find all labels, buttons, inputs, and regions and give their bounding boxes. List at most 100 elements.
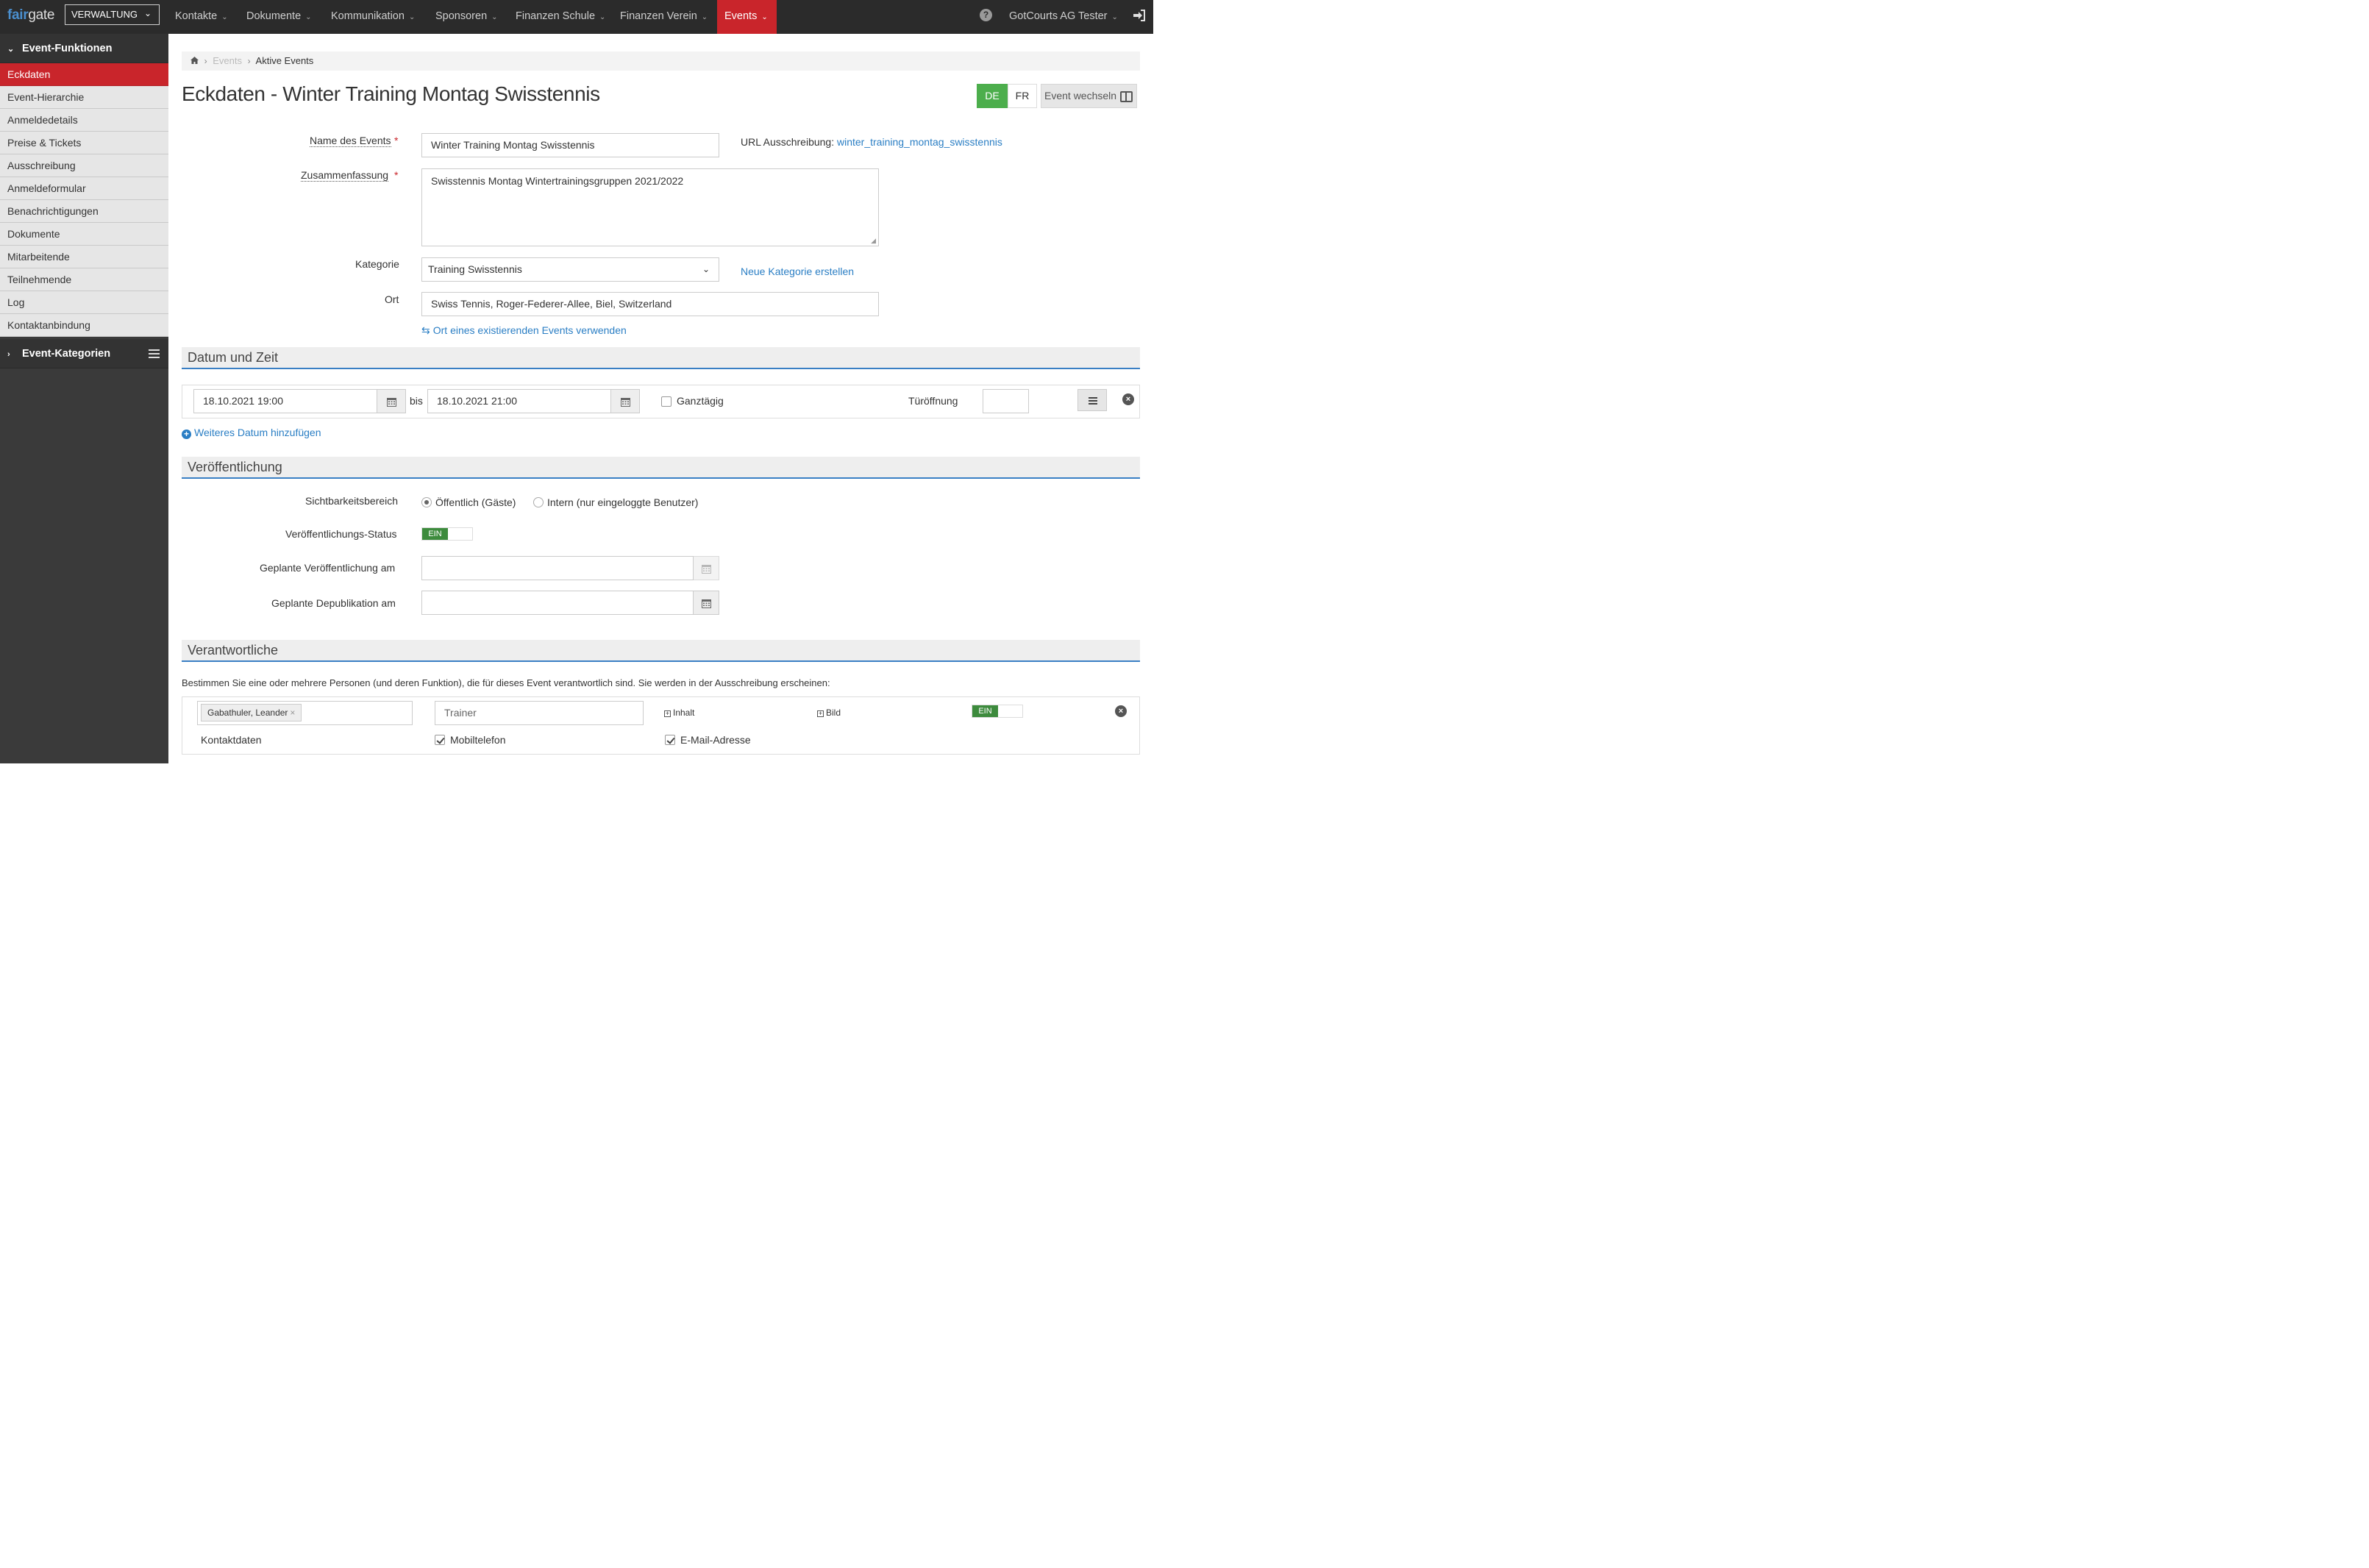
person-tag-label: Gabathuler, Leander: [207, 708, 288, 718]
required-mark: *: [394, 135, 399, 146]
section-title: Event-Funktionen: [22, 43, 113, 54]
chevron-right-icon: ›: [7, 350, 10, 359]
sidebar-item-kontaktanbindung[interactable]: Kontaktanbindung: [0, 314, 168, 337]
name-label: Name des Events: [310, 135, 391, 147]
url-label: URL Ausschreibung:: [741, 136, 835, 148]
date-to-label: bis: [410, 395, 423, 407]
menu-icon[interactable]: [149, 349, 160, 358]
user-menu[interactable]: GotCourts AG Tester ⌄: [1009, 0, 1118, 34]
start-date-calendar-button[interactable]: [377, 389, 406, 413]
image-expander[interactable]: + Bild: [817, 708, 841, 718]
chevron-down-icon: ⌄: [761, 13, 768, 21]
event-name-input[interactable]: Winter Training Montag Swisstennis: [421, 133, 719, 157]
add-date-link[interactable]: + Weiteres Datum hinzufügen: [182, 427, 321, 439]
start-date-input[interactable]: 18.10.2021 19:00: [193, 389, 377, 413]
planned-depublish-calendar-button[interactable]: [693, 591, 719, 615]
toggle-on-label: EIN: [422, 528, 448, 540]
sidebar-item-eckdaten[interactable]: Eckdaten: [0, 63, 168, 86]
remove-responsible-icon[interactable]: ×: [1115, 705, 1127, 717]
sidebar-item-preise-tickets[interactable]: Preise & Tickets: [0, 132, 168, 154]
lang-fr-button[interactable]: FR: [1008, 84, 1037, 108]
home-icon[interactable]: [190, 57, 199, 64]
lang-de-button[interactable]: DE: [977, 84, 1008, 108]
breadcrumb-events[interactable]: Events: [213, 55, 242, 66]
location-input[interactable]: Swiss Tennis, Roger-Federer-Allee, Biel,…: [421, 292, 879, 316]
sidebar-section-event-funktionen[interactable]: ⌄ Event-Funktionen: [0, 34, 168, 63]
sidebar-item-teilnehmende[interactable]: Teilnehmende: [0, 268, 168, 291]
fairgate-logo[interactable]: fairgate: [7, 7, 54, 24]
sidebar-item-anmeldeformular[interactable]: Anmeldeformular: [0, 177, 168, 200]
responsible-visibility-toggle[interactable]: EIN: [972, 705, 1023, 718]
url-link[interactable]: winter_training_montag_swisstennis: [837, 136, 1002, 148]
calendar-icon: [621, 398, 630, 407]
allday-checkbox[interactable]: [661, 396, 671, 407]
sidebar-item-mitarbeitende[interactable]: Mitarbeitende: [0, 246, 168, 268]
visibility-public-label: Öffentlich (Gäste): [435, 496, 516, 508]
planned-depublish-input[interactable]: [421, 591, 694, 615]
remove-tag-icon[interactable]: ×: [290, 708, 295, 718]
event-switch-label: Event wechseln: [1044, 90, 1117, 101]
sidebar-item-label: Event-Hierarchie: [7, 91, 85, 103]
mobile-label: Mobiltelefon: [450, 734, 506, 746]
end-date-input[interactable]: 18.10.2021 21:00: [427, 389, 611, 413]
sidebar-item-label: Dokumente: [7, 228, 60, 240]
nav-events[interactable]: Events ⌄: [717, 0, 777, 34]
section-datum-zeit: Datum und Zeit: [182, 347, 1140, 369]
sidebar-item-log[interactable]: Log: [0, 291, 168, 314]
new-category-link[interactable]: Neue Kategorie erstellen: [741, 266, 854, 277]
content-expander[interactable]: + Inhalt: [664, 708, 694, 718]
sidebar-item-anmeldedetails[interactable]: Anmeldedetails: [0, 109, 168, 132]
sidebar-item-label: Eckdaten: [7, 68, 51, 80]
nav-label: Events: [724, 10, 758, 22]
sidebar-item-ausschreibung[interactable]: Ausschreibung: [0, 154, 168, 177]
sidebar-item-label: Kontaktanbindung: [7, 319, 90, 331]
event-switch-button[interactable]: Event wechseln: [1041, 84, 1137, 108]
admin-module-select[interactable]: VERWALTUNG ⌄: [65, 4, 160, 25]
visibility-public-radio[interactable]: [421, 497, 432, 507]
category-select[interactable]: Training Swisstennis ⌄: [421, 257, 719, 282]
nav-kommunikation[interactable]: Kommunikation ⌄: [331, 0, 415, 34]
mobile-checkbox[interactable]: [435, 735, 445, 745]
use-existing-location-link[interactable]: ⇆ Ort eines existierenden Events verwende…: [421, 324, 627, 337]
sidebar-section-event-kategorien[interactable]: › Event-Kategorien: [0, 339, 168, 368]
date-options-button[interactable]: [1077, 389, 1107, 411]
door-open-label: Türöffnung: [908, 395, 958, 407]
sidebar-item-label: Preise & Tickets: [7, 137, 82, 149]
summary-textarea[interactable]: Swisstennis Montag Wintertrainingsgruppe…: [421, 168, 879, 246]
nav-finanzen-schule[interactable]: Finanzen Schule ⌄: [516, 0, 605, 34]
planned-publish-input[interactable]: [421, 556, 694, 580]
visibility-internal-radio[interactable]: [533, 497, 544, 507]
location-label: Ort: [385, 293, 399, 305]
calendar-icon: [702, 599, 711, 608]
nav-dokumente[interactable]: Dokumente ⌄: [246, 0, 312, 34]
sidebar-item-dokumente[interactable]: Dokumente: [0, 223, 168, 246]
function-input[interactable]: Trainer: [435, 701, 644, 725]
remove-date-icon[interactable]: ×: [1122, 393, 1134, 405]
end-date-calendar-button[interactable]: [610, 389, 640, 413]
sidebar-item-event-hierarchie[interactable]: Event-Hierarchie: [0, 86, 168, 109]
nav-finanzen-verein[interactable]: Finanzen Verein ⌄: [620, 0, 708, 34]
help-icon[interactable]: ?: [980, 9, 992, 21]
resize-handle-icon[interactable]: ◢: [871, 237, 876, 245]
nav-label: Dokumente: [246, 10, 302, 22]
publish-status-toggle[interactable]: EIN: [421, 527, 473, 541]
nav-kontakte[interactable]: Kontakte ⌄: [175, 0, 228, 34]
planned-publish-calendar-button[interactable]: [693, 556, 719, 580]
logout-icon[interactable]: [1133, 9, 1146, 22]
breadcrumb: › Events › Aktive Events: [182, 51, 1140, 71]
email-checkbox[interactable]: [665, 735, 675, 745]
sidebar-item-benachrichtigungen[interactable]: Benachrichtigungen: [0, 200, 168, 223]
door-open-input[interactable]: [983, 389, 1029, 413]
email-label: E-Mail-Adresse: [680, 734, 751, 746]
breadcrumb-current: Aktive Events: [255, 55, 314, 66]
admin-select-value: VERWALTUNG: [71, 9, 138, 20]
end-date-value: 18.10.2021 21:00: [437, 395, 517, 407]
nav-sponsoren[interactable]: Sponsoren ⌄: [435, 0, 498, 34]
chevron-down-icon: ⌄: [7, 45, 15, 54]
chevron-down-icon: ⌄: [143, 8, 152, 18]
sidebar-item-label: Teilnehmende: [7, 274, 72, 285]
plus-circle-icon: +: [182, 430, 191, 439]
chevron-down-icon: ⌄: [305, 13, 312, 21]
event-name-value: Winter Training Montag Swisstennis: [431, 139, 595, 151]
contact-data-label: Kontaktdaten: [201, 734, 262, 746]
